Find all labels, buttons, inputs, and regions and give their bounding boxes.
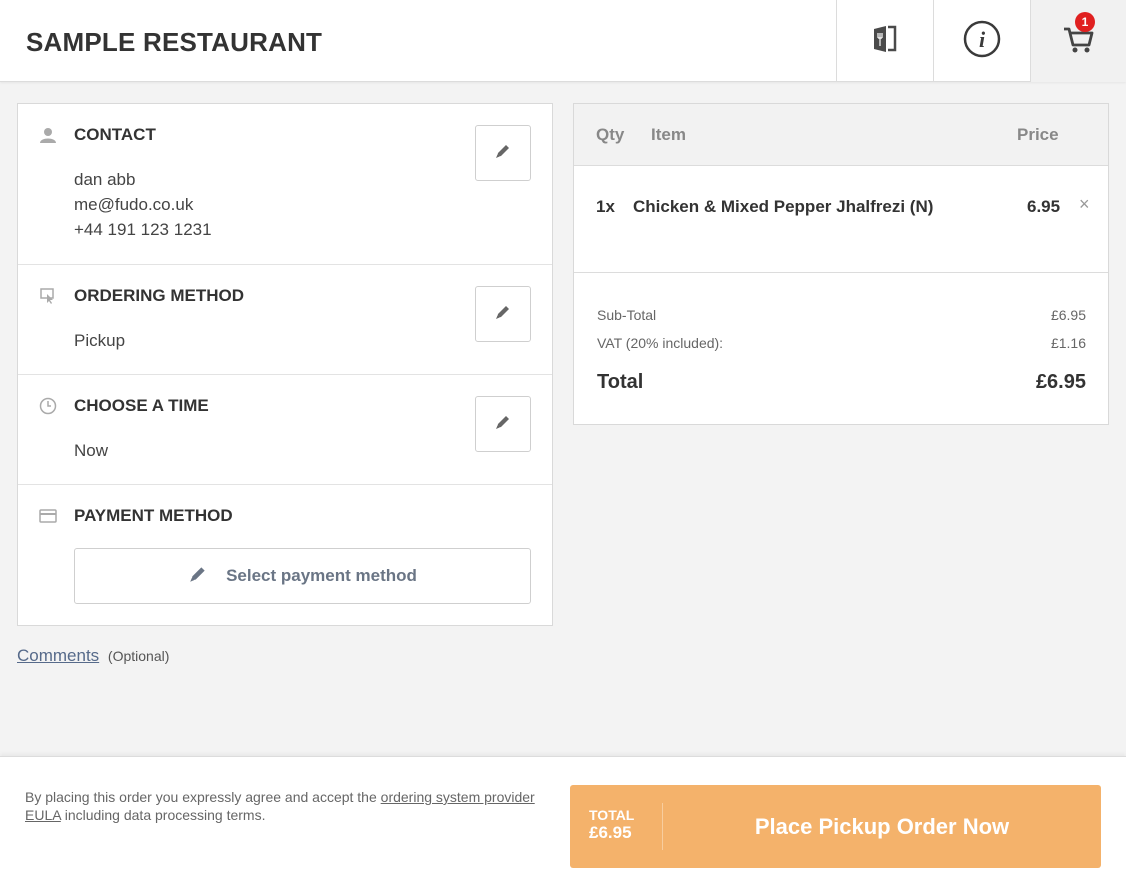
pencil-icon — [494, 303, 512, 326]
app-header: SAMPLE RESTAURANT i 1 — [0, 0, 1126, 82]
menu-book-icon — [871, 24, 899, 59]
time-title: CHOOSE A TIME — [74, 396, 209, 415]
vat-label: VAT (20% included): — [597, 335, 724, 351]
vat-value: £1.16 — [1050, 335, 1086, 351]
clock-icon — [38, 396, 58, 416]
button-total-label: TOTAL — [589, 807, 635, 823]
cart-button[interactable]: 1 — [1030, 0, 1126, 82]
subtotal-value: £6.95 — [1050, 307, 1086, 323]
payment-title: PAYMENT METHOD — [74, 506, 233, 525]
checkout-panel: CONTACT dan abb me@fudo.co.uk +44 191 12… — [17, 103, 553, 626]
contact-phone: +44 191 123 1231 — [74, 220, 212, 239]
menu-button[interactable] — [836, 0, 933, 82]
total-value: £6.95 — [1035, 371, 1086, 393]
pencil-icon — [188, 564, 208, 589]
item-column-header: Item — [651, 125, 686, 144]
time-value: Now — [74, 441, 109, 460]
remove-item-icon[interactable]: × — [1079, 194, 1090, 215]
restaurant-title: SAMPLE RESTAURANT — [26, 27, 323, 57]
cart-count-badge: 1 — [1075, 12, 1095, 32]
legal-notice: By placing this order you expressly agre… — [25, 788, 535, 824]
info-button[interactable]: i — [933, 0, 1030, 82]
ordering-method-section: ORDERING METHOD Pickup — [18, 265, 552, 375]
info-icon: i — [963, 20, 1001, 63]
time-section: CHOOSE A TIME Now — [18, 375, 552, 485]
vat-row: VAT (20% included): £1.16 — [597, 335, 1086, 351]
order-footer: By placing this order you expressly agre… — [0, 756, 1126, 893]
item-quantity: 1x — [596, 197, 615, 216]
ordering-method-icon — [38, 286, 58, 306]
comments-optional-label: (Optional) — [107, 648, 170, 664]
item-price: 6.95 — [1027, 197, 1061, 216]
cart-header: Qty Item Price — [574, 104, 1108, 166]
qty-column-header: Qty — [596, 125, 625, 144]
select-payment-method-button[interactable]: Select payment method — [74, 548, 531, 604]
contact-email: me@fudo.co.uk — [74, 195, 194, 214]
button-total-value: £6.95 — [589, 823, 632, 842]
subtotal-row: Sub-Total £6.95 — [597, 307, 1086, 323]
credit-card-icon — [38, 506, 58, 526]
contact-name: dan abb — [74, 170, 136, 189]
comments-row: Comments (Optional) — [17, 646, 169, 666]
contact-section: CONTACT dan abb me@fudo.co.uk +44 191 12… — [18, 104, 552, 265]
edit-contact-button[interactable] — [475, 125, 531, 181]
place-order-button[interactable]: TOTAL £6.95 Place Pickup Order Now — [570, 785, 1101, 868]
cart-panel: Qty Item Price 1x Chicken & Mixed Pepper… — [573, 103, 1109, 425]
legal-prefix: By placing this order you expressly agre… — [25, 789, 381, 805]
total-label: Total — [597, 371, 644, 393]
ordering-method-title: ORDERING METHOD — [74, 286, 244, 305]
item-name: Chicken & Mixed Pepper Jhalfrezi (N) — [633, 197, 934, 216]
place-order-label: Place Pickup Order Now — [754, 813, 1010, 839]
person-icon — [38, 125, 58, 145]
pencil-icon — [494, 413, 512, 436]
subtotal-label: Sub-Total — [597, 307, 657, 323]
button-total: TOTAL £6.95 — [589, 807, 634, 843]
edit-ordering-method-button[interactable] — [475, 286, 531, 342]
select-payment-method-label: Select payment method — [226, 566, 417, 585]
comments-link[interactable]: Comments — [17, 646, 99, 665]
cart-item-row: 1x Chicken & Mixed Pepper Jhalfrezi (N) … — [574, 166, 1108, 273]
svg-text:i: i — [979, 27, 986, 52]
pencil-icon — [494, 142, 512, 165]
edit-time-button[interactable] — [475, 396, 531, 452]
total-row: Total £6.95 — [597, 371, 1086, 394]
ordering-method-value: Pickup — [74, 331, 126, 350]
legal-suffix: including data processing terms. — [60, 807, 266, 823]
payment-section: PAYMENT METHOD Select payment method — [18, 485, 552, 625]
contact-title: CONTACT — [74, 125, 156, 144]
price-column-header: Price — [1017, 125, 1059, 144]
